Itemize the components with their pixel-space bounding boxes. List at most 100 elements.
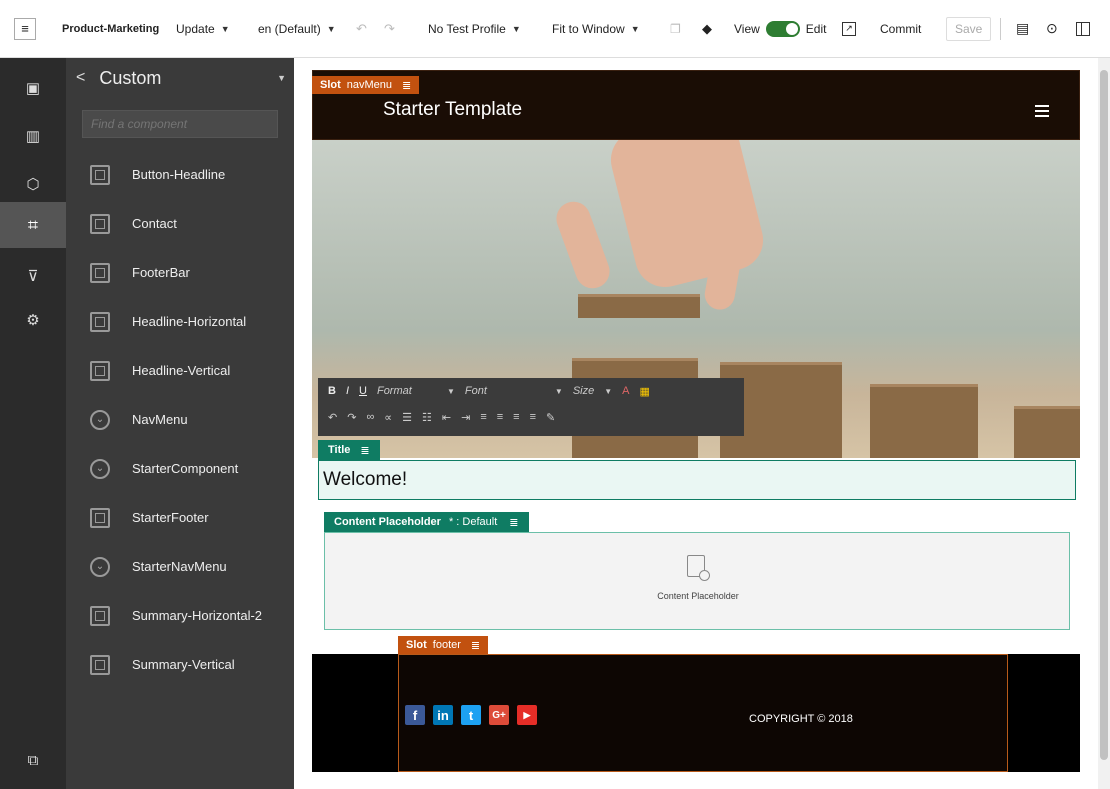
footer-slot[interactable]: f in t G+ ▶ COPYRIGHT © 2018 bbox=[398, 654, 1008, 772]
square-component-icon bbox=[90, 605, 110, 626]
component-item[interactable]: ⌄ NavMenu bbox=[66, 395, 294, 444]
component-label: Headline-Vertical bbox=[132, 363, 231, 378]
list-icon: ≣ bbox=[509, 516, 519, 529]
square-component-icon bbox=[90, 654, 110, 675]
align-left-icon[interactable]: ≡ bbox=[480, 411, 486, 423]
component-list: Button-Headline Contact FooterBar Headline-… bbox=[66, 150, 294, 689]
box-icon[interactable]: ⬡ bbox=[0, 162, 66, 206]
format-select[interactable]: Format bbox=[377, 385, 437, 397]
slot-name: navMenu bbox=[346, 79, 393, 91]
copy-pages-icon[interactable]: ⧉ bbox=[0, 738, 66, 782]
nav-menu-slot[interactable]: Starter Template bbox=[312, 70, 1080, 140]
component-item[interactable]: Summary-Vertical bbox=[66, 640, 294, 689]
canvas-scrollbar[interactable] bbox=[1098, 58, 1110, 789]
circle-component-icon: ⌄ bbox=[90, 458, 110, 479]
component-item[interactable]: Contact bbox=[66, 199, 294, 248]
copy-icon[interactable]: ❐ bbox=[670, 22, 681, 36]
justify-icon[interactable]: ≡ bbox=[530, 411, 536, 423]
highlight-icon[interactable]: ✎ bbox=[546, 411, 555, 424]
panel-title: Custom bbox=[99, 67, 162, 88]
view-edit-toggle[interactable] bbox=[765, 20, 800, 37]
back-chevron-icon[interactable]: < bbox=[76, 69, 85, 87]
undo-icon[interactable]: ↶ bbox=[328, 411, 337, 424]
component-label: Headline-Horizontal bbox=[132, 314, 247, 329]
content-placeholder-tag[interactable]: Content Placeholder * : Default ≣ bbox=[324, 512, 529, 532]
redo-icon[interactable]: ↷ bbox=[384, 21, 395, 37]
find-component-input[interactable] bbox=[82, 110, 278, 138]
outdent-icon[interactable]: ⇤ bbox=[442, 411, 451, 424]
list-icon: ≣ bbox=[470, 639, 481, 652]
location-pin-icon[interactable]: ⊙ bbox=[1046, 20, 1058, 37]
wood-block bbox=[578, 294, 700, 318]
title-text[interactable]: Welcome! bbox=[323, 469, 407, 491]
commit-button[interactable]: Commit bbox=[880, 22, 921, 36]
save-button[interactable]: Save bbox=[946, 16, 992, 41]
comments-icon[interactable]: ▤ bbox=[1016, 20, 1029, 37]
component-item[interactable]: StarterFooter bbox=[66, 493, 294, 542]
component-item[interactable]: Headline-Horizontal bbox=[66, 297, 294, 346]
menu-icon[interactable]: ≡ bbox=[14, 17, 36, 40]
component-item[interactable]: FooterBar bbox=[66, 248, 294, 297]
bullet-list-icon[interactable]: ☷ bbox=[422, 411, 432, 424]
title-component[interactable]: Welcome! bbox=[318, 460, 1076, 500]
toolbar-divider bbox=[1000, 18, 1001, 40]
text-color-icon[interactable]: A bbox=[622, 385, 629, 397]
underline-icon[interactable]: U bbox=[359, 385, 367, 397]
commit-label: Commit bbox=[880, 21, 922, 36]
component-item[interactable]: ⌄ StarterNavMenu bbox=[66, 542, 294, 591]
language-dropdown[interactable]: en (Default) ▼ bbox=[258, 22, 336, 36]
slot-navmenu-tag[interactable]: Slot navMenu ≣ bbox=[312, 76, 420, 94]
redo-icon[interactable]: ↷ bbox=[347, 411, 356, 424]
layout-columns-icon[interactable]: ▥ bbox=[0, 114, 66, 158]
unlink-icon[interactable]: ∝ bbox=[384, 411, 392, 424]
edit-label: Edit bbox=[805, 21, 827, 36]
facebook-icon[interactable]: f bbox=[405, 705, 425, 725]
align-right-icon[interactable]: ≡ bbox=[513, 411, 519, 423]
component-label: StarterComponent bbox=[132, 461, 239, 476]
test-profile-dropdown[interactable]: No Test Profile ▼ bbox=[428, 22, 521, 36]
scrollbar-thumb[interactable] bbox=[1100, 70, 1108, 760]
component-item[interactable]: Button-Headline bbox=[66, 150, 294, 199]
fit-dropdown[interactable]: Fit to Window ▼ bbox=[552, 22, 640, 36]
align-center-icon[interactable]: ≡ bbox=[497, 411, 503, 423]
italic-icon[interactable]: I bbox=[346, 385, 349, 397]
title-tag[interactable]: Title ≣ bbox=[318, 440, 380, 460]
linkedin-icon[interactable]: in bbox=[433, 705, 453, 725]
eraser-icon[interactable]: ◆ bbox=[702, 21, 712, 37]
panel-header: < Custom ▼ bbox=[76, 66, 286, 90]
slot-footer-tag[interactable]: Slot footer ≣ bbox=[398, 636, 489, 654]
size-select[interactable]: Size bbox=[573, 385, 594, 397]
update-dropdown[interactable]: Update ▼ bbox=[176, 22, 230, 36]
font-select[interactable]: Font bbox=[465, 385, 545, 397]
rich-text-toolbar: B I U Format ▼ Font ▼ Size ▼ A ▦ ↶ ↷ ∞ ∝… bbox=[318, 378, 744, 436]
component-item[interactable]: Headline-Vertical bbox=[66, 346, 294, 395]
side-panel-icon[interactable] bbox=[1076, 21, 1090, 36]
bg-color-icon[interactable]: ▦ bbox=[639, 385, 649, 398]
list-icon: ≣ bbox=[360, 444, 370, 457]
slot-keyword: Slot bbox=[320, 79, 341, 91]
hamburger-icon[interactable] bbox=[1035, 105, 1049, 117]
undo-icon[interactable]: ↶ bbox=[356, 21, 367, 37]
youtube-icon[interactable]: ▶ bbox=[517, 705, 537, 725]
component-label: Button-Headline bbox=[132, 167, 226, 182]
twitter-icon[interactable]: t bbox=[461, 705, 481, 725]
content-tag-suffix: * : Default bbox=[448, 516, 498, 528]
slot-name: footer bbox=[432, 639, 461, 651]
content-tag-label: Content Placeholder bbox=[334, 516, 441, 528]
component-item[interactable]: ⌄ StarterComponent bbox=[66, 444, 294, 493]
bold-icon[interactable]: B bbox=[328, 385, 336, 397]
chevron-down-icon: ▼ bbox=[604, 386, 613, 396]
theme-icon[interactable]: ⊽ bbox=[0, 254, 66, 298]
pages-icon[interactable]: ▣ bbox=[0, 66, 66, 110]
preview-icon[interactable]: ↗ bbox=[842, 21, 856, 36]
google-plus-icon[interactable]: G+ bbox=[489, 705, 509, 725]
component-item[interactable]: Summary-Horizontal-2 bbox=[66, 591, 294, 640]
ordered-list-icon[interactable]: ☰ bbox=[402, 411, 412, 424]
content-placeholder[interactable]: Content Placeholder bbox=[324, 532, 1070, 630]
settings-icon[interactable]: ⚙ bbox=[0, 298, 66, 342]
content-placeholder-label: Content Placeholder bbox=[657, 591, 739, 601]
indent-icon[interactable]: ⇥ bbox=[461, 411, 470, 424]
chevron-down-icon[interactable]: ▼ bbox=[277, 73, 286, 83]
link-icon[interactable]: ∞ bbox=[366, 411, 374, 423]
crop-components-icon[interactable]: ⌗ bbox=[0, 202, 66, 248]
